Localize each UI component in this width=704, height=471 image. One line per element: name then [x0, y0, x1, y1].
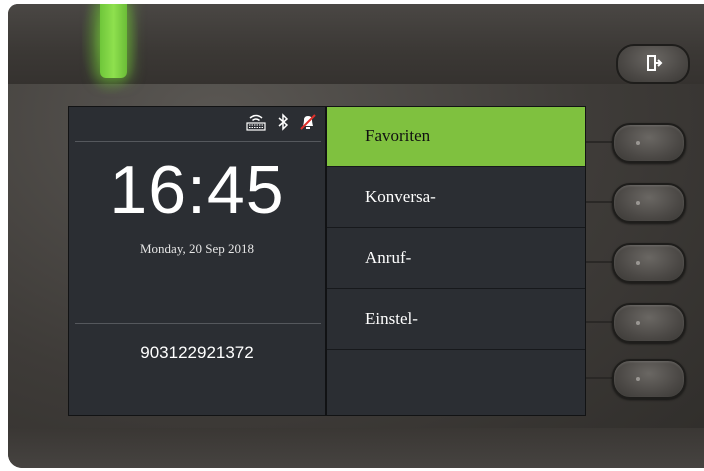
- device-bottom-panel: [8, 428, 704, 468]
- softkey-5[interactable]: [612, 359, 686, 399]
- status-bar: [245, 112, 317, 136]
- main-menu: Favoriten Konversa- Anruf- Einstel-: [327, 107, 585, 415]
- menu-item-call[interactable]: Anruf-: [327, 229, 585, 289]
- softkey-1[interactable]: [612, 123, 686, 163]
- menu-item-favorites[interactable]: Favoriten: [327, 107, 585, 167]
- bluetooth-icon: [277, 112, 289, 136]
- softkey-3[interactable]: [612, 243, 686, 283]
- menu-item-conversations[interactable]: Konversa-: [327, 168, 585, 228]
- exit-icon: [647, 55, 663, 71]
- top-separator: [75, 141, 321, 142]
- softkey-2[interactable]: [612, 183, 686, 223]
- ringer-off-icon: [299, 113, 317, 136]
- softkey-4[interactable]: [612, 303, 686, 343]
- clock-date: Monday, 20 Sep 2018: [140, 241, 254, 256]
- own-phone-number: 903122921372: [140, 343, 254, 362]
- softkey-dot: [636, 261, 640, 265]
- wlan-icon: [245, 113, 267, 136]
- clock-time: 16:45: [109, 152, 285, 228]
- display-screen: 16:45 Monday, 20 Sep 2018 903122921372 F…: [68, 106, 586, 416]
- idle-pane: 16:45 Monday, 20 Sep 2018 903122921372: [69, 107, 325, 415]
- bottom-separator: [75, 323, 321, 324]
- menu-item-empty[interactable]: [327, 351, 585, 411]
- softkey-dot: [636, 377, 640, 381]
- status-led: [100, 4, 127, 78]
- softkey-dot: [636, 201, 640, 205]
- phone-device: 16:45 Monday, 20 Sep 2018 903122921372 F…: [8, 4, 704, 468]
- softkey-dot: [636, 321, 640, 325]
- softkey-dot: [636, 141, 640, 145]
- menu-item-settings[interactable]: Einstel-: [327, 290, 585, 350]
- exit-button[interactable]: [616, 44, 690, 84]
